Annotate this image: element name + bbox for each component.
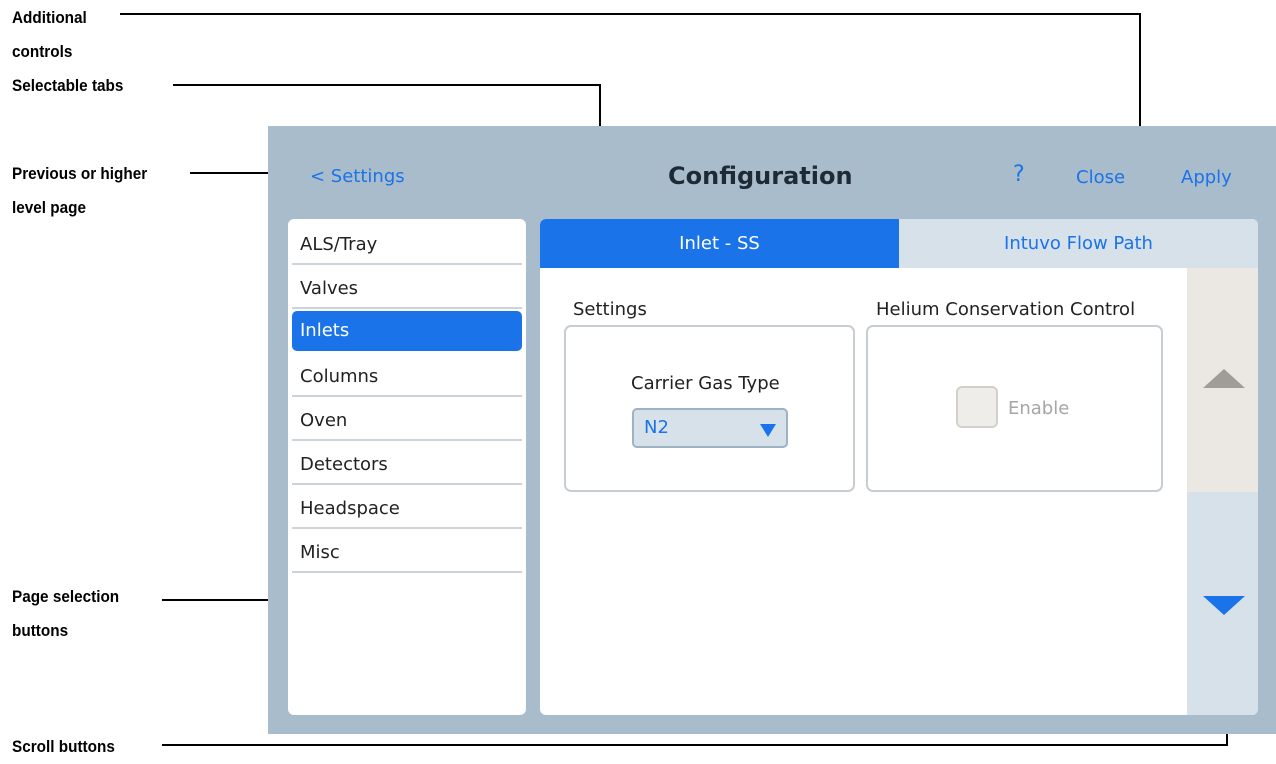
sidebar-item-columns[interactable]: Columns [292,357,522,397]
enable-label: Enable [1008,398,1070,419]
scroll-down-button[interactable] [1187,492,1258,715]
annotation-previous-page: Previous or higher level page [12,157,147,225]
carrier-gas-type-label: Carrier Gas Type [631,373,780,394]
triangle-down-icon [1203,596,1245,615]
settings-section-label: Settings [573,299,647,320]
helium-conservation-panel: Enable [866,325,1163,492]
enable-checkbox[interactable] [956,386,998,428]
help-button[interactable]: ? [1013,162,1025,187]
leader-line-selectable-tabs [173,84,601,86]
leader-line-scroll-buttons [162,744,1228,746]
annotation-text: Previous or higher level page [12,164,148,217]
page-selection-sidebar: ALS/Tray Valves Inlets Columns Oven Dete… [288,219,526,715]
sidebar-item-inlets[interactable]: Inlets [292,311,522,351]
tab-inlet-ss[interactable]: Inlet - SS [540,219,899,268]
annotation-text: Scroll buttons [12,737,115,756]
annotation-page-selection: Page selection buttons [12,580,119,648]
helium-section-label: Helium Conservation Control [876,299,1136,320]
annotation-text: Page selection buttons [12,587,120,640]
settings-panel: Carrier Gas Type N2 [564,325,855,492]
carrier-gas-dropdown[interactable]: N2 [632,408,788,448]
close-button[interactable]: Close [1076,167,1125,188]
back-to-settings-link[interactable]: < Settings [310,166,405,187]
leader-line-additional-controls [120,13,1141,15]
sidebar-item-oven[interactable]: Oven [292,401,522,441]
sidebar-item-misc[interactable]: Misc [292,533,522,573]
scroll-up-button[interactable] [1187,268,1258,492]
sidebar-item-headspace[interactable]: Headspace [292,489,522,529]
main-content-panel: Inlet - SS Intuvo Flow Path Settings Hel… [540,219,1258,715]
annotation-text: Additional controls [12,8,87,61]
sidebar-item-detectors[interactable]: Detectors [292,445,522,485]
chevron-down-icon [760,424,776,437]
annotation-scroll-buttons: Scroll buttons [12,730,115,764]
carrier-gas-value: N2 [644,417,669,438]
page-title: Configuration [668,162,853,190]
apply-button[interactable]: Apply [1181,167,1232,188]
annotation-additional-controls: Additional controls [12,1,87,69]
tab-intuvo-flow-path[interactable]: Intuvo Flow Path [899,219,1258,268]
triangle-up-icon [1203,369,1245,388]
sidebar-item-als-tray[interactable]: ALS/Tray [292,225,522,265]
sidebar-item-valves[interactable]: Valves [292,269,522,309]
annotation-text: Selectable tabs [12,76,124,95]
annotation-selectable-tabs: Selectable tabs [12,69,123,103]
